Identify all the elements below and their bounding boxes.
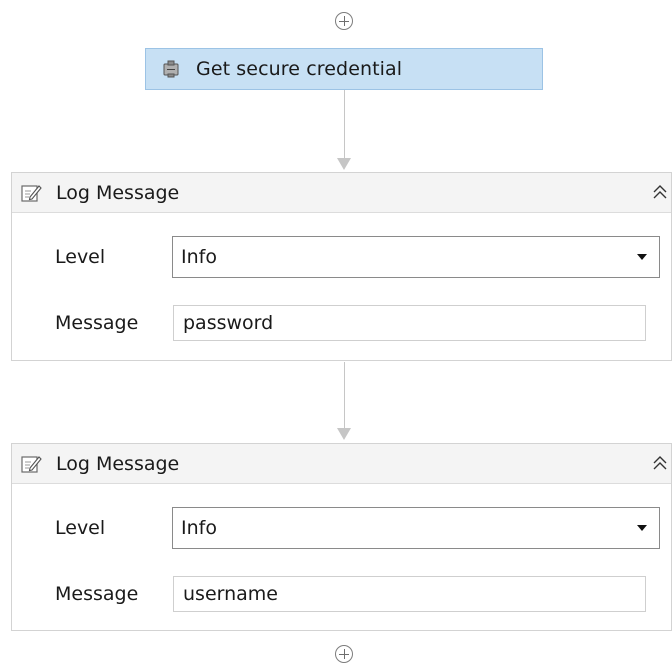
card-title: Log Message xyxy=(56,452,180,475)
message-label: Message xyxy=(55,312,139,334)
card-header[interactable]: Log Message xyxy=(12,444,671,484)
connector-line xyxy=(344,90,345,160)
level-value: Info xyxy=(181,246,217,268)
level-select[interactable]: Info xyxy=(172,507,660,549)
connector-line xyxy=(344,362,345,430)
message-input[interactable]: password xyxy=(173,305,646,341)
double-chevron-up-icon[interactable] xyxy=(651,183,669,201)
card-header[interactable]: Log Message xyxy=(12,173,671,213)
dropdown-arrow-icon[interactable] xyxy=(637,254,647,260)
add-activity-top-icon[interactable] xyxy=(335,12,353,30)
message-value: username xyxy=(183,583,278,605)
level-value: Info xyxy=(181,517,217,539)
level-label: Level xyxy=(55,246,106,268)
log-message-activity-2[interactable]: Log Message Level Info Message username xyxy=(11,443,672,631)
message-label: Message xyxy=(55,583,139,605)
log-message-icon xyxy=(21,455,42,473)
message-input[interactable]: username xyxy=(173,576,646,612)
add-activity-bottom-icon[interactable] xyxy=(335,645,353,663)
connector-arrow-icon xyxy=(337,428,351,440)
level-label: Level xyxy=(55,517,106,539)
connector-arrow-icon xyxy=(337,158,351,170)
activity-label: Get secure credential xyxy=(196,58,403,80)
message-value: password xyxy=(183,312,274,334)
double-chevron-up-icon[interactable] xyxy=(651,454,669,472)
card-title: Log Message xyxy=(56,181,180,204)
get-secure-credential-activity[interactable]: Get secure credential xyxy=(145,48,543,90)
log-message-icon xyxy=(21,184,42,202)
log-message-activity-1[interactable]: Log Message Level Info Message password xyxy=(11,172,672,361)
dropdown-arrow-icon[interactable] xyxy=(637,525,647,531)
secure-credential-icon xyxy=(163,60,179,78)
level-select[interactable]: Info xyxy=(172,236,660,278)
